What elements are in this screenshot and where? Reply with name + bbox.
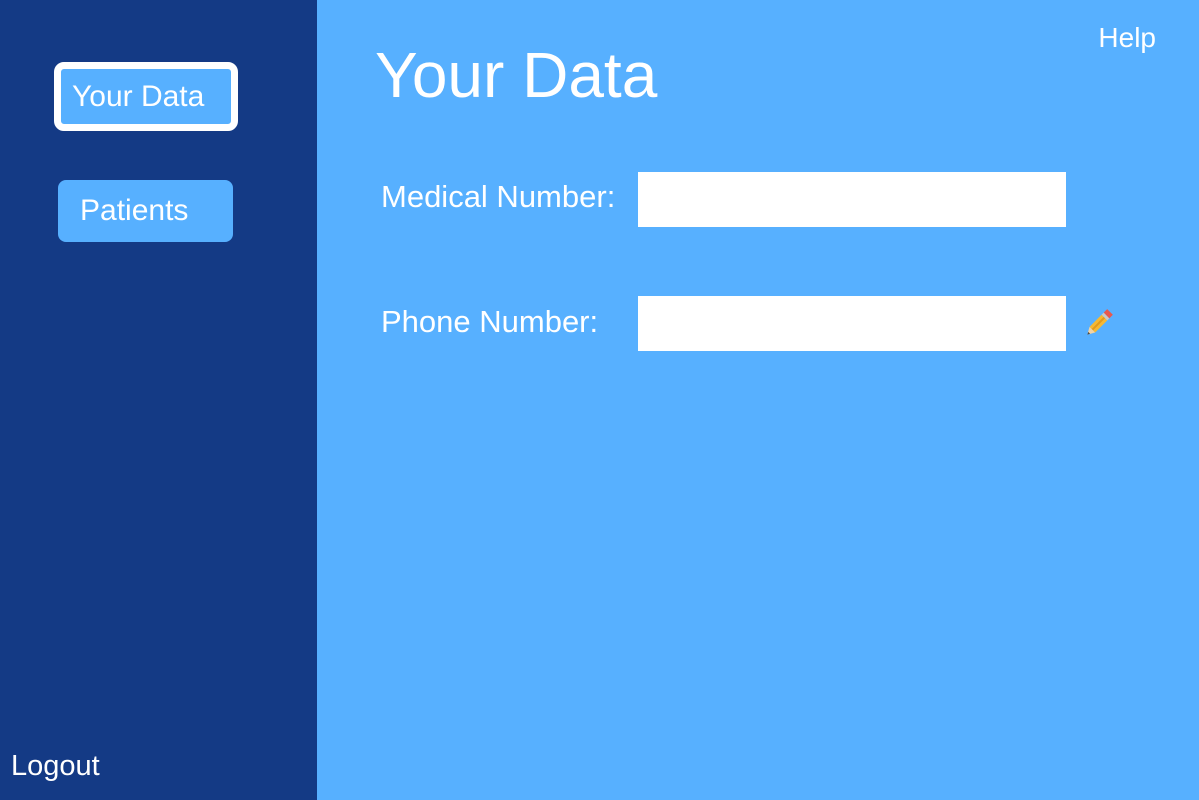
- phone-number-label: Phone Number:: [381, 304, 599, 339]
- page-title: Your Data: [375, 39, 658, 111]
- help-link[interactable]: Help: [1098, 22, 1156, 54]
- sidebar: Your Data Patients Logout: [0, 0, 317, 800]
- medical-number-label: Medical Number:: [381, 179, 616, 214]
- pencil-icon[interactable]: [1080, 306, 1116, 342]
- main-panel: Help Your Data Medical Number: Phone Num…: [317, 0, 1199, 800]
- sidebar-item-patients[interactable]: Patients: [58, 180, 233, 242]
- logout-link[interactable]: Logout: [11, 750, 100, 783]
- phone-number-field[interactable]: [638, 296, 1066, 351]
- app-window: Your Data Patients Logout Help Your Data…: [0, 0, 1199, 800]
- medical-number-field[interactable]: [638, 172, 1066, 227]
- sidebar-item-your-data[interactable]: Your Data: [54, 62, 238, 131]
